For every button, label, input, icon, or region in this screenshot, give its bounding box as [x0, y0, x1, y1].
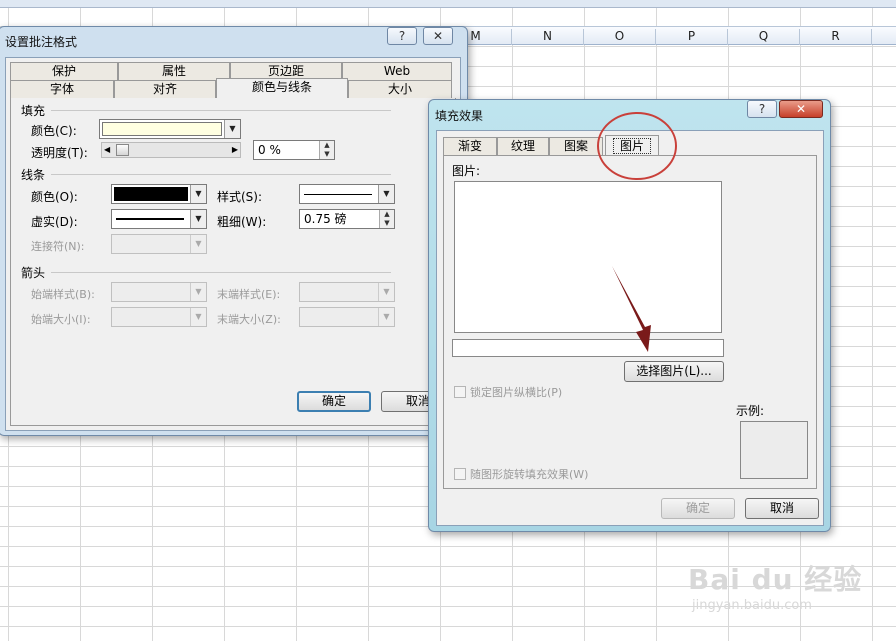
watermark-url: jingyan.baidu.com: [692, 598, 812, 613]
annotation-overlay: [597, 112, 677, 352]
annotation-arrow-icon: [612, 266, 651, 352]
tab-colors-lines[interactable]: 颜色与线条: [216, 78, 348, 98]
tab-picture[interactable]: 图片: [605, 135, 659, 155]
tab-picture-label: 图片: [612, 138, 651, 154]
watermark-logo: Bai du 经验: [688, 563, 863, 596]
